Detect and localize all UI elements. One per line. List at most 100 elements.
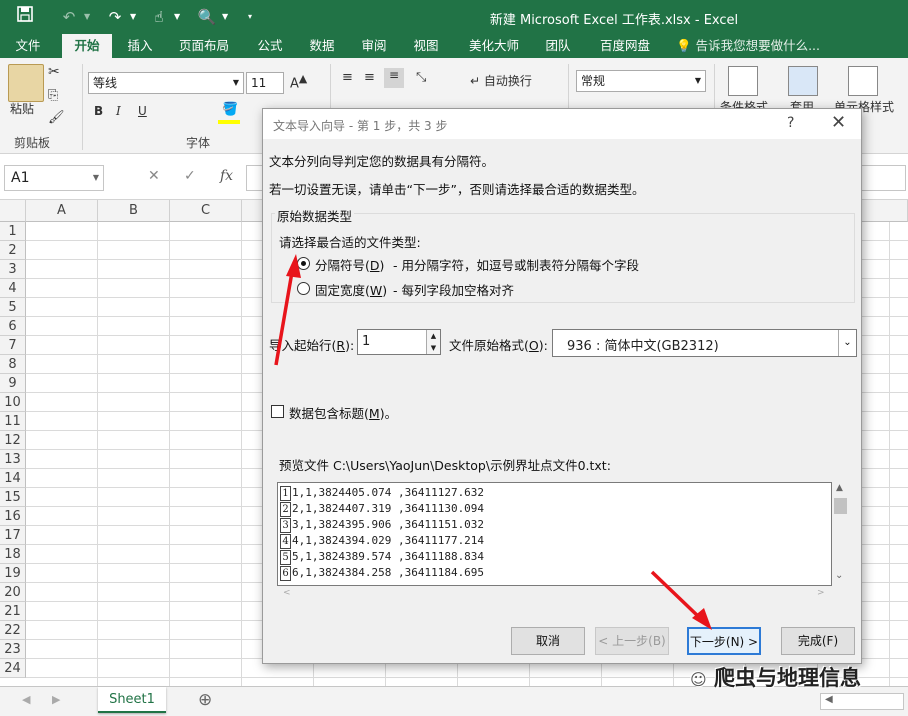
fill-color-icon[interactable]: 🪣 [222, 102, 238, 117]
conditional-format-icon[interactable] [728, 66, 758, 96]
row-header[interactable]: 24 [0, 659, 26, 678]
sheet-tab-sheet1[interactable]: Sheet1 [98, 687, 166, 713]
horizontal-scrollbar[interactable]: ◀ [820, 693, 904, 710]
radio-fixed-width[interactable] [297, 282, 310, 295]
row-header[interactable]: 11 [0, 412, 26, 431]
number-format-select[interactable]: 常规 ▼ [576, 70, 706, 92]
preview-vertical-scrollbar[interactable]: ▲ ⌄ [832, 482, 849, 586]
tab-formulas[interactable]: 公式 [248, 34, 292, 58]
copy-icon[interactable]: ⎘ [48, 88, 58, 103]
align-bottom-icon[interactable]: ≡ [384, 68, 404, 88]
font-name-select[interactable]: 等线 ▼ [88, 72, 244, 94]
tab-beautify[interactable]: 美化大师 [462, 34, 526, 58]
tab-team[interactable]: 团队 [536, 34, 580, 58]
chevron-down-icon[interactable]: ⌄ [838, 330, 856, 356]
scroll-left-arrow-icon[interactable]: ◀ [825, 694, 833, 705]
stepper-up-icon[interactable]: ▲ [426, 330, 440, 342]
format-as-table-icon[interactable] [788, 66, 818, 96]
next-button[interactable]: 下一步(N) > [687, 627, 761, 655]
tab-data[interactable]: 数据 [300, 34, 344, 58]
row-header[interactable]: 19 [0, 564, 26, 583]
row-header[interactable]: 2 [0, 241, 26, 260]
preview-row-number: 2 [280, 502, 291, 517]
row-header[interactable]: 6 [0, 317, 26, 336]
scroll-right-icon[interactable]: ▶ [52, 693, 60, 706]
start-row-stepper[interactable]: 1 ▲ ▼ [357, 329, 441, 355]
italic-button[interactable]: I [116, 104, 121, 118]
option-delimited-text: 分隔符号( [315, 258, 370, 273]
tab-file[interactable]: 文件 [6, 34, 50, 58]
row-header[interactable]: 16 [0, 507, 26, 526]
paste-icon[interactable] [8, 64, 44, 102]
close-icon[interactable]: ✕ [831, 112, 846, 133]
column-header[interactable]: C [170, 200, 242, 222]
row-header[interactable]: 15 [0, 488, 26, 507]
row-header[interactable]: 12 [0, 431, 26, 450]
tab-baidu-netdisk[interactable]: 百度网盘 [590, 34, 660, 58]
radio-delimited[interactable] [297, 257, 310, 270]
dialog-title-bar: 文本导入向导 - 第 1 步，共 3 步 ? ✕ [263, 109, 861, 139]
row-header[interactable]: 9 [0, 374, 26, 393]
row-header[interactable]: 17 [0, 526, 26, 545]
row-header[interactable]: 14 [0, 469, 26, 488]
align-top-icon[interactable]: ≡ [342, 70, 353, 85]
tell-me-box[interactable]: 💡 告诉我您想要做什么... [676, 34, 820, 58]
plus-circle-icon[interactable]: ⊕ [198, 690, 212, 710]
increase-font-icon[interactable]: A▲ [290, 72, 307, 91]
row-header[interactable]: 8 [0, 355, 26, 374]
cancel-icon[interactable]: ✕ [148, 168, 160, 184]
start-row-value: 1 [362, 334, 371, 349]
column-header[interactable]: A [26, 200, 98, 222]
enter-icon[interactable]: ✓ [184, 168, 196, 184]
row-header[interactable]: 10 [0, 393, 26, 412]
preview-horizontal-scrollbar[interactable]: < > [277, 586, 832, 603]
format-painter-icon[interactable]: 🖌 [48, 110, 65, 125]
header-row-checkbox[interactable] [271, 405, 284, 418]
scrollbar-thumb[interactable] [834, 498, 847, 514]
help-icon[interactable]: ? [787, 115, 794, 131]
row-header[interactable]: 22 [0, 621, 26, 640]
preview-pane[interactable]: 1 1,1,3824405.074 ,36411127.632 2 2,1,38244… [277, 482, 832, 586]
row-header[interactable]: 3 [0, 260, 26, 279]
stepper-down-icon[interactable]: ▼ [426, 342, 440, 354]
bold-button[interactable]: B [94, 104, 103, 118]
row-header[interactable]: 23 [0, 640, 26, 659]
tab-review[interactable]: 审阅 [352, 34, 396, 58]
row-header[interactable]: 4 [0, 279, 26, 298]
finish-button[interactable]: 完成(F) [781, 627, 855, 655]
row-header[interactable]: 7 [0, 336, 26, 355]
row-header[interactable]: 18 [0, 545, 26, 564]
column-header[interactable]: B [98, 200, 170, 222]
scroll-left-icon[interactable]: < [283, 588, 291, 598]
tab-insert[interactable]: 插入 [118, 34, 162, 58]
file-origin-select[interactable]: 936 : 简体中文(GB2312) ⌄ [552, 329, 857, 357]
row-header[interactable]: 1 [0, 222, 26, 241]
row-header[interactable]: 21 [0, 602, 26, 621]
cell-style-icon[interactable] [848, 66, 878, 96]
align-middle-icon[interactable]: ≡ [364, 70, 375, 85]
option-delimited-label[interactable]: 分隔符号(D) [315, 255, 384, 274]
scroll-up-icon[interactable]: ▲ [836, 483, 843, 493]
row-header[interactable]: 20 [0, 583, 26, 602]
underline-button[interactable]: U [138, 104, 147, 118]
fx-icon[interactable]: fx [220, 168, 233, 184]
font-size-select[interactable]: 11 [246, 72, 284, 94]
row-header[interactable]: 13 [0, 450, 26, 469]
cut-icon[interactable]: ✂ [48, 64, 60, 80]
scroll-left-icon[interactable]: ◀ [22, 693, 30, 706]
scroll-right-icon[interactable]: > [817, 588, 825, 598]
option-fixed-label[interactable]: 固定宽度(W) [315, 280, 387, 299]
back-button[interactable]: < 上一步(B) [595, 627, 669, 655]
name-box[interactable]: A1 ▼ [4, 165, 104, 191]
header-row-checkbox-label[interactable]: 数据包含标题(M)。 [289, 403, 397, 422]
orientation-icon[interactable]: ⤡ [416, 70, 426, 85]
tab-page-layout[interactable]: 页面布局 [172, 34, 236, 58]
select-all-corner[interactable] [0, 200, 26, 222]
tab-home[interactable]: 开始 [62, 34, 112, 58]
paste-button[interactable]: 粘贴 [10, 100, 34, 117]
row-header[interactable]: 5 [0, 298, 26, 317]
tab-view[interactable]: 视图 [404, 34, 448, 58]
scroll-down-icon[interactable]: ⌄ [835, 570, 843, 581]
cancel-button[interactable]: 取消 [511, 627, 585, 655]
wrap-text-button[interactable]: ↵ 自动换行 [470, 72, 532, 89]
